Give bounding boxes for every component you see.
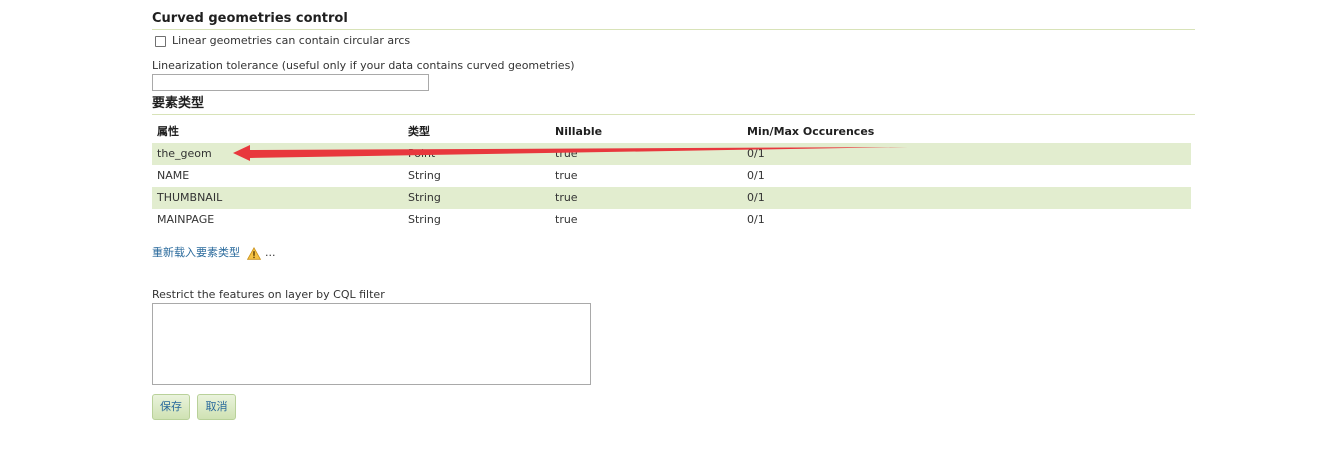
row-min-max: 0/1 [747, 147, 765, 160]
table-row: the_geom Point true 0/1 [152, 143, 1191, 165]
row-type: String [408, 191, 441, 204]
header-attribute: 属性 [157, 125, 179, 138]
header-type: 类型 [408, 125, 430, 138]
header-min-max: Min/Max Occurences [747, 125, 875, 138]
circular-arcs-option: Linear geometries can contain circular a… [155, 34, 410, 48]
row-attribute: THUMBNAIL [157, 191, 223, 204]
row-nillable: true [555, 147, 578, 160]
header-nillable: Nillable [555, 125, 603, 138]
row-attribute: NAME [157, 169, 190, 182]
cancel-button[interactable]: 取消 [197, 394, 236, 420]
row-nillable: true [555, 213, 578, 226]
reload-ellipsis: ... [265, 246, 276, 259]
curved-geometries-title: Curved geometries control [152, 11, 1195, 30]
circular-arcs-checkbox[interactable] [155, 35, 166, 47]
cql-filter-textarea[interactable] [152, 303, 591, 385]
feature-type-title: 要素类型 [152, 96, 1195, 115]
row-min-max: 0/1 [747, 191, 765, 204]
row-min-max: 0/1 [747, 169, 765, 182]
linearization-tolerance-label: Linearization tolerance (useful only if … [152, 59, 575, 72]
table-row: NAME String true 0/1 [152, 165, 1191, 187]
reload-feature-type-link[interactable]: 重新载入要素类型 [152, 246, 240, 260]
table-row: THUMBNAIL String true 0/1 [152, 187, 1191, 209]
circular-arcs-label[interactable]: Linear geometries can contain circular a… [172, 34, 410, 48]
row-type: Point [408, 147, 436, 160]
row-nillable: true [555, 169, 578, 182]
row-attribute: the_geom [157, 147, 212, 160]
row-attribute: MAINPAGE [157, 213, 215, 226]
page: Curved geometries control Linear geometr… [0, 0, 1336, 464]
table-header-row: 属性 类型 Nillable Min/Max Occurences [152, 121, 1191, 143]
warning-icon[interactable] [247, 246, 261, 260]
table-row: MAINPAGE String true 0/1 [152, 209, 1191, 231]
save-button[interactable]: 保存 [152, 394, 190, 420]
row-min-max: 0/1 [747, 213, 765, 226]
row-type: String [408, 169, 441, 182]
linearization-tolerance-input[interactable] [152, 74, 429, 91]
attributes-table: 属性 类型 Nillable Min/Max Occurences the_ge… [152, 121, 1191, 231]
cql-filter-label: Restrict the features on layer by CQL fi… [152, 288, 385, 301]
row-type: String [408, 213, 441, 226]
row-nillable: true [555, 191, 578, 204]
reload-feature-type: 重新载入要素类型 ... [152, 246, 276, 260]
